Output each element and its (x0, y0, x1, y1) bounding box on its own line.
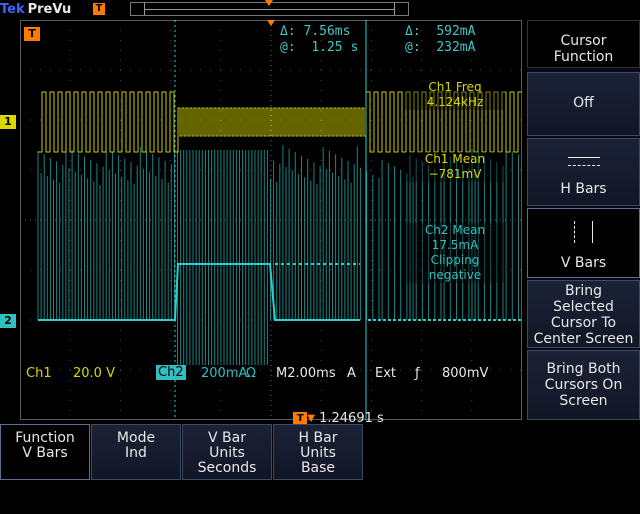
bottom-menu: Function V Bars Mode Ind V Bar Units Sec… (0, 424, 640, 480)
function-vbars-button[interactable]: Function V Bars (0, 424, 90, 480)
cursor-delta-current: Δ: 592mA (405, 24, 475, 39)
brand-logo: Tek (0, 2, 25, 17)
ch2-clipping-note: Clipping (430, 253, 480, 267)
top-status-bar: Tek PreVu T (0, 0, 640, 20)
delta-symbol: Δ: (280, 24, 296, 39)
hbar-units-line-1: H Bar (298, 430, 338, 446)
at-symbol: @: (280, 40, 296, 55)
delta-current-value: 592mA (436, 24, 476, 39)
trigger-point-icon (267, 20, 275, 26)
at-current-value: 232mA (436, 40, 476, 55)
cursor-off-button[interactable]: Off (527, 72, 640, 136)
vbar-units-line-1: V Bar (208, 430, 246, 446)
hbar-units-line-2: Units (300, 445, 336, 461)
vbar-units-line-2: Units (209, 445, 245, 461)
mode-label: Mode (116, 430, 156, 446)
ch1-scale: 20.0 V (73, 366, 115, 381)
mode-button[interactable]: Mode Ind (91, 424, 181, 480)
hbars-icon (528, 155, 639, 171)
vbar-units-value: Seconds (197, 460, 257, 476)
mode-value: Ind (125, 445, 147, 461)
function-value: V Bars (22, 445, 68, 461)
record-window-right-icon (394, 3, 395, 15)
at-symbol: @: (405, 40, 421, 55)
bring-both-cursors-button[interactable]: Bring Both Cursors On Screen (527, 350, 640, 420)
trigger-mode: Ext (375, 366, 397, 381)
bring-line-1: Bring (564, 283, 602, 299)
menu-title-line-2: Function (553, 49, 614, 65)
menu-title-line-1: Cursor (560, 33, 607, 49)
off-label: Off (573, 95, 594, 111)
both-line-2: Cursors On (544, 377, 623, 393)
ch1-label: Ch1 (26, 366, 52, 381)
ch2-ground-marker[interactable]: 2 (0, 314, 16, 328)
cursor-function-title: Cursor Function (527, 20, 640, 68)
both-line-1: Bring Both (546, 361, 621, 377)
trigger-level-marker[interactable]: T (24, 27, 40, 41)
ch1-mean-measurement: Ch1 Mean −781mV (405, 152, 505, 182)
delta-time-value: 7.56ms (303, 24, 351, 39)
ch2-label: Ch2 (156, 365, 186, 380)
trigger-level: 800mV (442, 366, 489, 381)
ch2-clipping-direction: negative (428, 268, 482, 282)
vbars-label: V Bars (560, 255, 607, 271)
status-line: Ch1 20.0 V Ch2 200mA Ω M2.00ms A Ext ƒ 80… (20, 364, 522, 386)
ch1-ground-marker[interactable]: 1 (0, 115, 16, 129)
bring-line-3: Cursor To (550, 315, 617, 331)
hbar-units-button[interactable]: H Bar Units Base (273, 424, 363, 480)
record-view-bar (130, 0, 409, 16)
cursor-delta-time: Δ: 7.56ms (280, 24, 350, 39)
hbars-label: H Bars (560, 181, 607, 197)
at-time-value: 1.25 s (311, 40, 359, 55)
ch2-scale: 200mA (201, 366, 248, 381)
bring-line-4: Center Screen (533, 331, 634, 347)
ch1-mean-value: −781mV (428, 167, 482, 181)
ch2-mean-value: 17.5mA (431, 238, 479, 252)
timebase: M2.00ms (276, 366, 336, 381)
vbar-units-button[interactable]: V Bar Units Seconds (182, 424, 272, 480)
hbars-button[interactable]: H Bars (527, 138, 640, 206)
ch1-freq-measurement: Ch1 Freq 4.124kHz (405, 80, 505, 110)
trigger-flag-icon: T (93, 3, 105, 15)
acquisition-mode: PreVu (27, 2, 72, 17)
record-window-line (144, 9, 394, 10)
trigger-position-readout: T ▼ 1.24691 s (285, 396, 384, 426)
ch2-mean-label: Ch2 Mean (424, 223, 486, 237)
both-line-3: Screen (559, 393, 608, 409)
brand-label: Tek PreVu (0, 0, 71, 20)
ch1-freq-value: 4.124kHz (426, 95, 484, 109)
trigger-arrow-icon: ▼ (307, 413, 315, 424)
function-label: Function (15, 430, 75, 446)
delta-symbol: Δ: (405, 24, 421, 39)
vbars-icon (528, 221, 639, 243)
vbars-button[interactable]: V Bars (527, 208, 640, 278)
bring-line-2: Selected (553, 299, 614, 315)
ch1-freq-label: Ch1 Freq (428, 80, 482, 94)
trigger-position-icon (265, 0, 273, 6)
ch1-mean-label: Ch1 Mean (424, 152, 486, 166)
hbar-units-value: Base (300, 460, 336, 476)
side-menu: Cursor Function Off H Bars V Bars Bring … (527, 20, 640, 420)
rising-edge-icon: ƒ (415, 366, 420, 381)
ch2-unit-icon: Ω (246, 366, 256, 381)
cursor-at-time: @: 1.25 s (280, 40, 358, 55)
ch2-mean-measurement: Ch2 Mean 17.5mA Clipping negative (405, 223, 505, 283)
trigger-source: A (347, 366, 356, 381)
cursor-at-current: @: 232mA (405, 40, 475, 55)
bring-selected-cursor-button[interactable]: Bring Selected Cursor To Center Screen (527, 280, 640, 348)
